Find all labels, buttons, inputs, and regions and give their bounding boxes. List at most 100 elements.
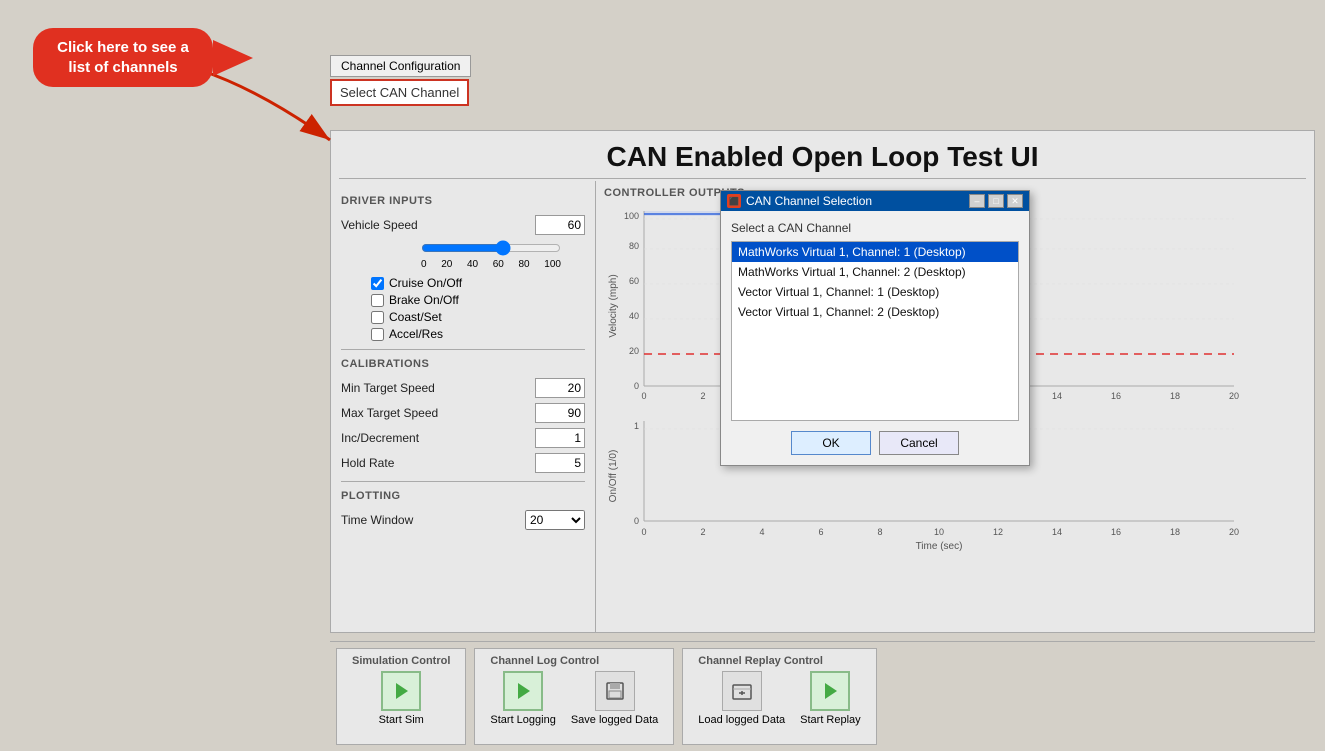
- channel-item-2[interactable]: Vector Virtual 1, Channel: 1 (Desktop): [732, 282, 1018, 302]
- start-logging-button[interactable]: [503, 671, 543, 711]
- accel-label: Accel/Res: [389, 327, 443, 341]
- svg-text:0: 0: [634, 381, 639, 391]
- svg-text:18: 18: [1170, 391, 1180, 401]
- vehicle-speed-input[interactable]: [535, 215, 585, 235]
- time-window-select[interactable]: 20 10 30 60: [525, 510, 585, 530]
- svg-text:2: 2: [700, 391, 705, 401]
- dialog-cancel-button[interactable]: Cancel: [879, 431, 959, 455]
- svg-text:100: 100: [624, 211, 639, 221]
- can-dialog: ⬛ CAN Channel Selection – □ ✕ Select a C…: [720, 190, 1030, 466]
- channel-item-1[interactable]: MathWorks Virtual 1, Channel: 2 (Desktop…: [732, 262, 1018, 282]
- start-sim-button[interactable]: [381, 671, 421, 711]
- save-icon: [604, 680, 626, 702]
- speed-slider[interactable]: [421, 240, 561, 256]
- dialog-select-label: Select a CAN Channel: [731, 221, 1019, 235]
- sim-control-inner: Start Sim: [379, 671, 424, 726]
- dialog-close-button[interactable]: ✕: [1007, 194, 1023, 208]
- svg-text:20: 20: [629, 346, 639, 356]
- coast-label: Coast/Set: [389, 310, 442, 324]
- max-speed-input[interactable]: [535, 403, 585, 423]
- cruise-checkbox-row: Cruise On/Off: [371, 276, 585, 290]
- channel-config-tab[interactable]: Channel Configuration: [330, 55, 471, 77]
- title-divider: [339, 178, 1306, 179]
- coast-checkbox-row: Coast/Set: [371, 310, 585, 324]
- svg-text:40: 40: [629, 311, 639, 321]
- dialog-ok-button[interactable]: OK: [791, 431, 871, 455]
- brake-checkbox[interactable]: [371, 294, 384, 307]
- inc-dec-label: Inc/Decrement: [341, 431, 419, 445]
- hold-rate-label: Hold Rate: [341, 456, 394, 470]
- max-speed-label: Max Target Speed: [341, 406, 438, 420]
- svg-text:16: 16: [1111, 391, 1121, 401]
- min-speed-row: Min Target Speed: [341, 378, 585, 398]
- callout-text: Click here to see a list of channels: [57, 39, 189, 76]
- replay-control-inner: Load logged Data Start Replay: [698, 671, 860, 726]
- accel-checkbox[interactable]: [371, 328, 384, 341]
- play-icon: [390, 680, 412, 702]
- load-log-button[interactable]: [722, 671, 762, 711]
- svg-text:Time (sec): Time (sec): [916, 541, 963, 552]
- svg-text:20: 20: [1229, 527, 1239, 537]
- save-log-label: Save logged Data: [571, 714, 658, 726]
- min-speed-label: Min Target Speed: [341, 381, 435, 395]
- replay-control-title: Channel Replay Control: [698, 655, 823, 667]
- channel-list: MathWorks Virtual 1, Channel: 1 (Desktop…: [731, 241, 1019, 421]
- vehicle-speed-label: Vehicle Speed: [341, 218, 418, 232]
- log-control-box: Channel Log Control Start Logging: [474, 648, 674, 745]
- sim-control-box: Simulation Control Start Sim: [336, 648, 466, 745]
- channel-item-0[interactable]: MathWorks Virtual 1, Channel: 1 (Desktop…: [732, 242, 1018, 262]
- start-replay-label: Start Replay: [800, 714, 861, 726]
- start-replay-group: Start Replay: [800, 671, 861, 726]
- vehicle-speed-row: Vehicle Speed: [341, 215, 585, 235]
- sim-control-title: Simulation Control: [352, 655, 450, 667]
- hold-rate-input[interactable]: [535, 453, 585, 473]
- menu-bar: Channel Configuration Select CAN Channel: [330, 55, 471, 77]
- svg-text:60: 60: [629, 276, 639, 286]
- dialog-body: Select a CAN Channel MathWorks Virtual 1…: [721, 211, 1029, 465]
- svg-text:0: 0: [641, 527, 646, 537]
- calib-divider: [341, 481, 585, 482]
- dialog-restore-button[interactable]: □: [988, 194, 1004, 208]
- svg-text:20: 20: [1229, 391, 1239, 401]
- save-log-button[interactable]: [595, 671, 635, 711]
- cruise-checkbox[interactable]: [371, 277, 384, 290]
- svg-text:0: 0: [641, 391, 646, 401]
- dialog-buttons: OK Cancel: [731, 431, 1019, 455]
- accel-checkbox-row: Accel/Res: [371, 327, 585, 341]
- svg-text:1: 1: [634, 421, 639, 431]
- start-replay-icon: [819, 680, 841, 702]
- start-replay-button[interactable]: [810, 671, 850, 711]
- plotting-title: PLOTTING: [341, 490, 585, 502]
- callout-bubble: Click here to see a list of channels: [33, 28, 213, 87]
- start-logging-icon: [512, 680, 534, 702]
- bottom-bar: Simulation Control Start Sim Channel Log…: [330, 641, 1315, 751]
- log-control-inner: Start Logging Save logged Data: [490, 671, 658, 726]
- driver-inputs-title: DRIVER INPUTS: [341, 195, 585, 207]
- hold-rate-row: Hold Rate: [341, 453, 585, 473]
- inc-dec-row: Inc/Decrement: [341, 428, 585, 448]
- replay-control-box: Channel Replay Control Load logged Data: [682, 648, 876, 745]
- calibrations-title: CALIBRATIONS: [341, 358, 585, 370]
- coast-checkbox[interactable]: [371, 311, 384, 324]
- brake-label: Brake On/Off: [389, 293, 459, 307]
- channel-item-3[interactable]: Vector Virtual 1, Channel: 2 (Desktop): [732, 302, 1018, 322]
- dialog-minimize-button[interactable]: –: [969, 194, 985, 208]
- svg-text:14: 14: [1052, 391, 1062, 401]
- start-logging-group: Start Logging: [490, 671, 555, 726]
- velocity-y-label: Velocity (mph): [608, 274, 619, 337]
- inc-dec-input[interactable]: [535, 428, 585, 448]
- dialog-titlebar: ⬛ CAN Channel Selection – □ ✕: [721, 191, 1029, 211]
- min-speed-input[interactable]: [535, 378, 585, 398]
- svg-text:2: 2: [700, 527, 705, 537]
- log-control-title: Channel Log Control: [490, 655, 599, 667]
- dialog-title: CAN Channel Selection: [746, 194, 872, 208]
- max-speed-row: Max Target Speed: [341, 403, 585, 423]
- svg-text:10: 10: [934, 527, 944, 537]
- dialog-controls: – □ ✕: [969, 194, 1023, 208]
- left-panel: DRIVER INPUTS Vehicle Speed 0 20 40 60 8…: [331, 181, 596, 632]
- start-logging-label: Start Logging: [490, 714, 555, 726]
- select-can-channel-menu[interactable]: Select CAN Channel: [330, 79, 469, 106]
- svg-text:0: 0: [634, 516, 639, 526]
- start-sim-label: Start Sim: [379, 714, 424, 726]
- speed-slider-container: 0 20 40 60 80 100: [421, 240, 585, 270]
